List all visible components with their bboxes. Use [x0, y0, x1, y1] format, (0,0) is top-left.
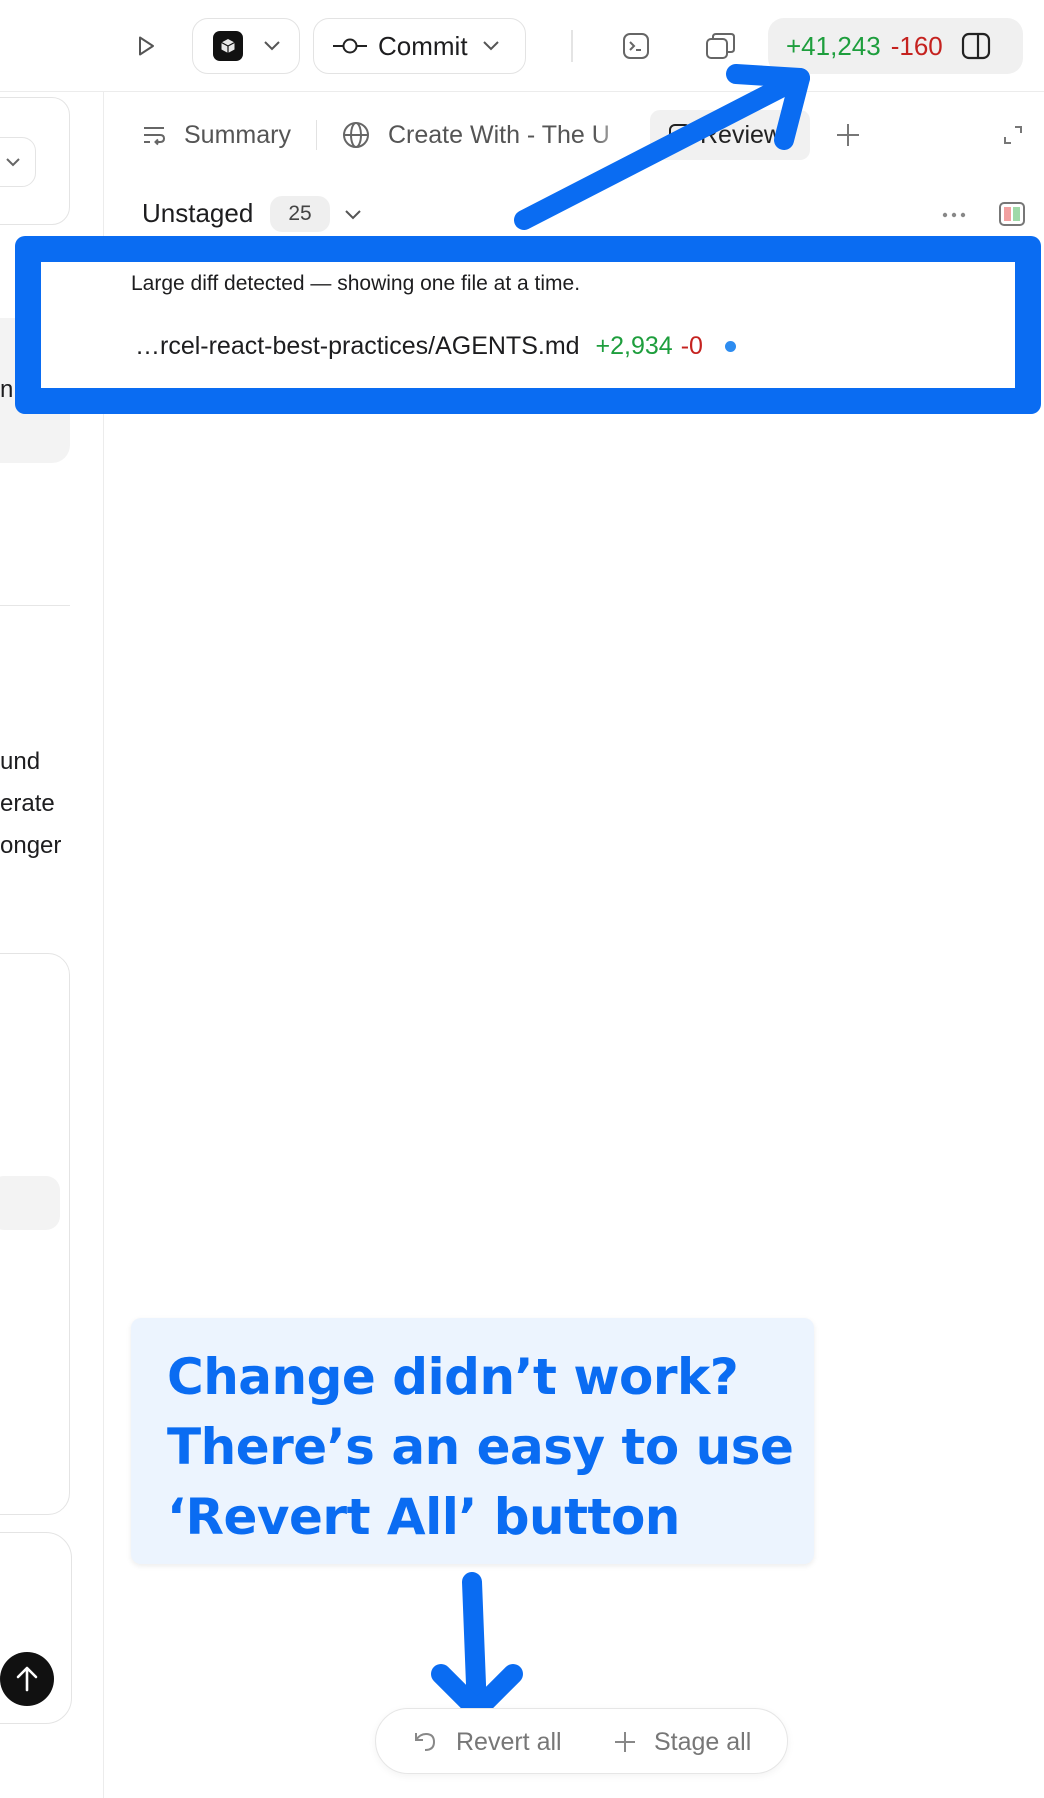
- send-button[interactable]: [0, 1652, 54, 1706]
- commit-label: Commit: [378, 30, 468, 61]
- modified-dot-icon: [724, 341, 736, 352]
- cube-app-icon: [213, 31, 243, 61]
- more-options-button[interactable]: [938, 200, 970, 230]
- left-text-fragment: erate: [0, 790, 55, 817]
- annotation-arrow-up-icon: [514, 64, 810, 230]
- more-horizontal-icon: [942, 212, 966, 218]
- expand-button[interactable]: [998, 120, 1028, 150]
- callout-line: There’s an easy to use: [167, 1418, 794, 1476]
- chevron-down-icon: [482, 41, 499, 51]
- bottom-action-bar: Revert all Stage all: [375, 1708, 788, 1774]
- revert-all-label: Revert all: [456, 1727, 562, 1756]
- tab-separator: [316, 120, 317, 150]
- run-button[interactable]: [128, 28, 164, 64]
- left-text-fragment: und: [0, 748, 41, 775]
- split-diff-icon: [999, 202, 1025, 226]
- plus-icon: [615, 1732, 635, 1752]
- unstaged-count-badge: 25: [270, 196, 330, 232]
- tab-summary-label: Summary: [184, 120, 291, 149]
- tab-summary[interactable]: Summary: [142, 110, 291, 160]
- large-diff-notice: Large diff detected — showing one file a…: [131, 272, 581, 295]
- annotation-arrow-down-icon: [431, 1572, 523, 1720]
- play-icon: [139, 36, 154, 56]
- annotation-highlight-box: [15, 236, 1041, 414]
- stage-all-button[interactable]: Stage all: [614, 1709, 751, 1775]
- annotation-callout: Change didn’t work? There’s an easy to u…: [131, 1318, 814, 1564]
- chevron-down-icon: [264, 41, 280, 51]
- diff-file-name: …rcel-react-best-practices/AGENTS.md: [135, 332, 580, 360]
- file-deletions: -0: [680, 332, 703, 360]
- left-text-fragment: n: [0, 376, 14, 403]
- left-panel-highlight-row: [0, 1176, 60, 1230]
- app-selector[interactable]: [192, 18, 300, 74]
- left-panel-dropdown[interactable]: [0, 137, 36, 187]
- undo-icon: [415, 1732, 436, 1751]
- left-divider: [0, 605, 70, 606]
- unstaged-toggle[interactable]: [338, 200, 368, 230]
- revert-all-button[interactable]: Revert all: [412, 1709, 562, 1775]
- expand-icon: [1004, 126, 1022, 144]
- chevron-down-icon: [6, 158, 20, 167]
- callout-line: Change didn’t work?: [167, 1348, 739, 1406]
- globe-icon: [343, 122, 369, 148]
- file-additions: +2,934: [595, 332, 673, 360]
- total-deletions: -160: [890, 30, 943, 61]
- chevron-down-icon: [345, 210, 361, 220]
- summary-list-icon: [144, 127, 166, 146]
- stage-all-label: Stage all: [654, 1727, 752, 1756]
- sidebar-toggle-icon[interactable]: [961, 32, 991, 60]
- commit-icon: [333, 38, 367, 54]
- arrow-up-icon: [16, 1666, 38, 1692]
- diff-file-row[interactable]: …rcel-react-best-practices/AGENTS.md +2,…: [135, 332, 736, 361]
- commit-button[interactable]: Commit: [313, 18, 526, 74]
- left-text-fragment: onger: [0, 832, 62, 859]
- split-view-toggle[interactable]: [998, 200, 1026, 228]
- unstaged-label: Unstaged: [142, 198, 254, 228]
- left-panel-card: [0, 953, 70, 1515]
- callout-line: ‘Revert All’ button: [167, 1488, 680, 1546]
